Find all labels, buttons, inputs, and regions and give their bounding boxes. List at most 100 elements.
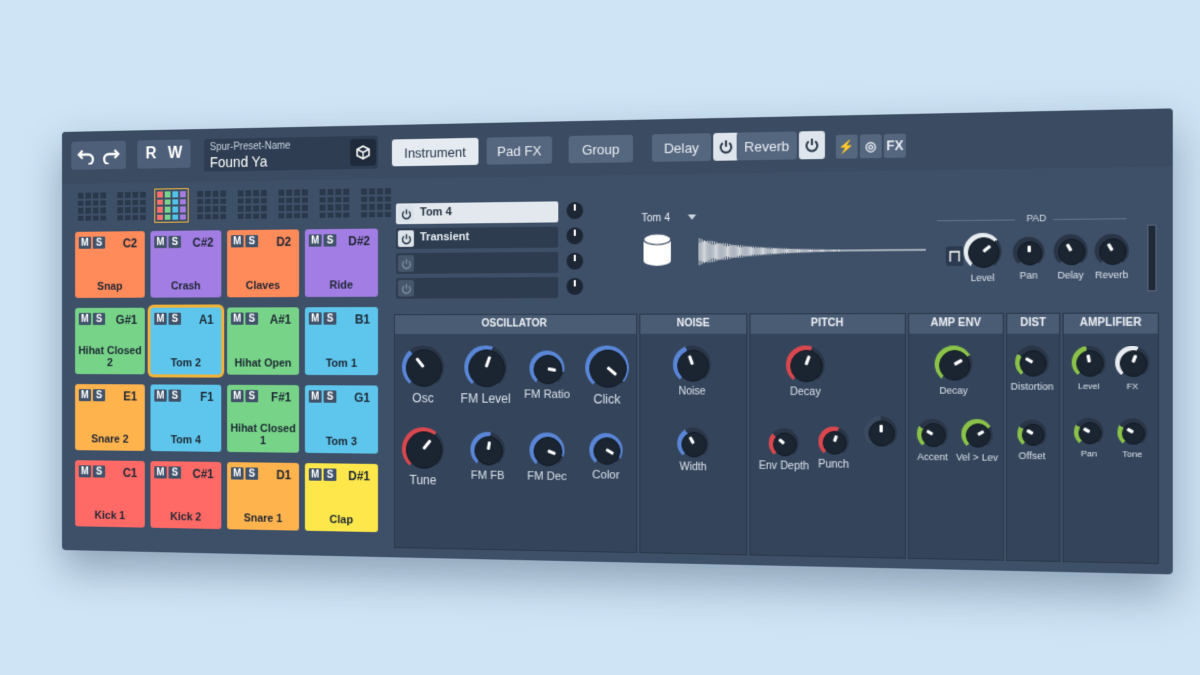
power-icon[interactable] [397,255,414,272]
mute-button[interactable]: M [78,312,92,325]
mute-button[interactable]: M [78,389,92,402]
tab-group[interactable]: Group [568,134,634,164]
solo-button[interactable]: S [245,234,259,248]
pad-reverb-knob[interactable]: Reverb [1094,233,1129,280]
offset-knob[interactable]: Offset [1017,419,1047,461]
mute-button[interactable]: M [308,468,322,481]
width-knob[interactable]: Width [677,427,709,473]
fm-level-knob[interactable]: FM Level [461,345,511,406]
drum-pad[interactable]: M S D2 Claves [227,229,300,298]
drum-pad[interactable]: M S G#1 Hihat Closed 2 [75,307,145,375]
layer-level-knob[interactable] [566,277,584,295]
noise-knob[interactable]: Noise [672,345,712,398]
chevron-down-icon[interactable] [687,214,697,220]
redo-icon[interactable] [101,146,120,165]
disabled-knob[interactable] [864,416,898,449]
fm-dec-knob[interactable]: FM Dec [527,432,567,483]
solo-button[interactable]: S [168,466,181,479]
amp-level-knob[interactable]: Level [1071,345,1106,391]
punch-knob[interactable]: Punch [818,426,849,471]
globe-icon[interactable]: ◎ [859,134,882,159]
solo-button[interactable]: S [245,389,259,403]
mute-button[interactable]: M [154,389,167,402]
drum-pad[interactable]: M S F1 Tom 4 [150,384,222,452]
click-knob[interactable]: Click [585,345,629,407]
drum-pad[interactable]: M S G1 Tom 3 [304,385,378,454]
accent-knob[interactable]: Accent [916,418,948,462]
solo-button[interactable]: S [168,389,181,402]
solo-button[interactable]: S [92,389,106,402]
bank-4[interactable] [194,187,229,222]
color-knob[interactable]: Color [589,432,623,482]
bolt-icon[interactable]: ⚡ [835,134,858,159]
solo-button[interactable]: S [323,234,337,247]
solo-button[interactable]: S [323,468,337,481]
bank-3[interactable] [154,188,189,223]
bank-6[interactable] [276,186,311,221]
mute-button[interactable]: M [230,389,244,403]
drum-pad[interactable]: M S F#1 Hihat Closed 1 [227,384,300,453]
save-icon[interactable] [350,138,377,167]
layer-row[interactable] [395,277,584,299]
pad-pan-knob[interactable]: Pan [1012,236,1045,281]
amp-decay-knob[interactable]: Decay [934,345,973,396]
layer-row[interactable]: Tom 4 [395,201,584,225]
solo-button[interactable]: S [323,390,337,403]
pad-delay-knob[interactable]: Delay [1053,234,1088,281]
drum-pad[interactable]: M S A1 Tom 2 [150,307,222,375]
drum-pad[interactable]: M S D#2 Ride [304,228,378,298]
pad-level-knob[interactable]: Level [963,232,1002,283]
solo-button[interactable]: S [245,467,259,480]
undo-icon[interactable] [77,146,96,165]
drum-pad[interactable]: M S E1 Snare 2 [75,384,145,451]
layer-row[interactable]: Transient [395,226,584,250]
mute-button[interactable]: M [308,234,322,247]
power-icon[interactable] [397,279,414,297]
power-icon[interactable] [397,205,414,223]
fm-ratio-knob[interactable]: FM Ratio [524,350,570,401]
layer-level-knob[interactable] [566,202,584,220]
layer-level-knob[interactable] [566,252,584,270]
mute-button[interactable]: M [78,465,92,478]
fx-button[interactable]: FX [883,133,906,158]
read-button[interactable]: R [145,145,156,163]
envelope-icon[interactable] [945,246,964,267]
solo-button[interactable]: S [168,312,181,325]
solo-button[interactable]: S [92,465,106,478]
write-button[interactable]: W [168,145,182,163]
preset-selector[interactable]: Spur-Preset-Name Found Ya [203,135,378,172]
bank-7[interactable] [317,186,353,221]
mute-button[interactable]: M [308,390,322,403]
mute-button[interactable]: M [154,312,167,325]
drum-pad[interactable]: M S A#1 Hihat Open [227,307,300,375]
drum-pad[interactable]: M S C2 Snap [75,231,145,298]
mute-button[interactable]: M [230,312,244,325]
bank-8[interactable] [358,185,394,221]
solo-button[interactable]: S [323,312,337,325]
mute-button[interactable]: M [230,467,244,480]
osc-knob[interactable]: Osc [401,345,445,406]
solo-button[interactable]: S [92,236,106,249]
delay-button[interactable]: Delay [651,133,712,162]
vel-lev-knob[interactable]: Vel > Lev [956,418,998,463]
pitch-decay-knob[interactable]: Decay [785,345,825,398]
drum-pad[interactable]: M S D#1 Clap [304,463,378,533]
distortion-knob[interactable]: Distortion [1011,345,1054,392]
bank-2[interactable] [115,189,149,224]
fm-fb-knob[interactable]: FM FB [470,431,505,482]
drum-pad[interactable]: M S C#2 Crash [150,230,222,298]
delay-power-icon[interactable] [713,132,739,161]
drum-pad[interactable]: M S D1 Snare 1 [227,462,300,531]
drum-pad[interactable]: M S B1 Tom 1 [304,307,378,376]
bank-5[interactable] [235,187,270,222]
amp-pan-knob[interactable]: Pan [1073,417,1104,459]
mute-button[interactable]: M [230,235,244,248]
mute-button[interactable]: M [154,466,167,479]
mute-button[interactable]: M [78,236,92,249]
solo-button[interactable]: S [92,312,106,325]
reverb-power-icon[interactable] [798,130,825,160]
layer-level-knob[interactable] [566,227,584,245]
env-depth-knob[interactable]: Env Depth [759,428,809,473]
mute-button[interactable]: M [308,312,322,325]
amp-fx-knob[interactable]: FX [1115,345,1150,391]
